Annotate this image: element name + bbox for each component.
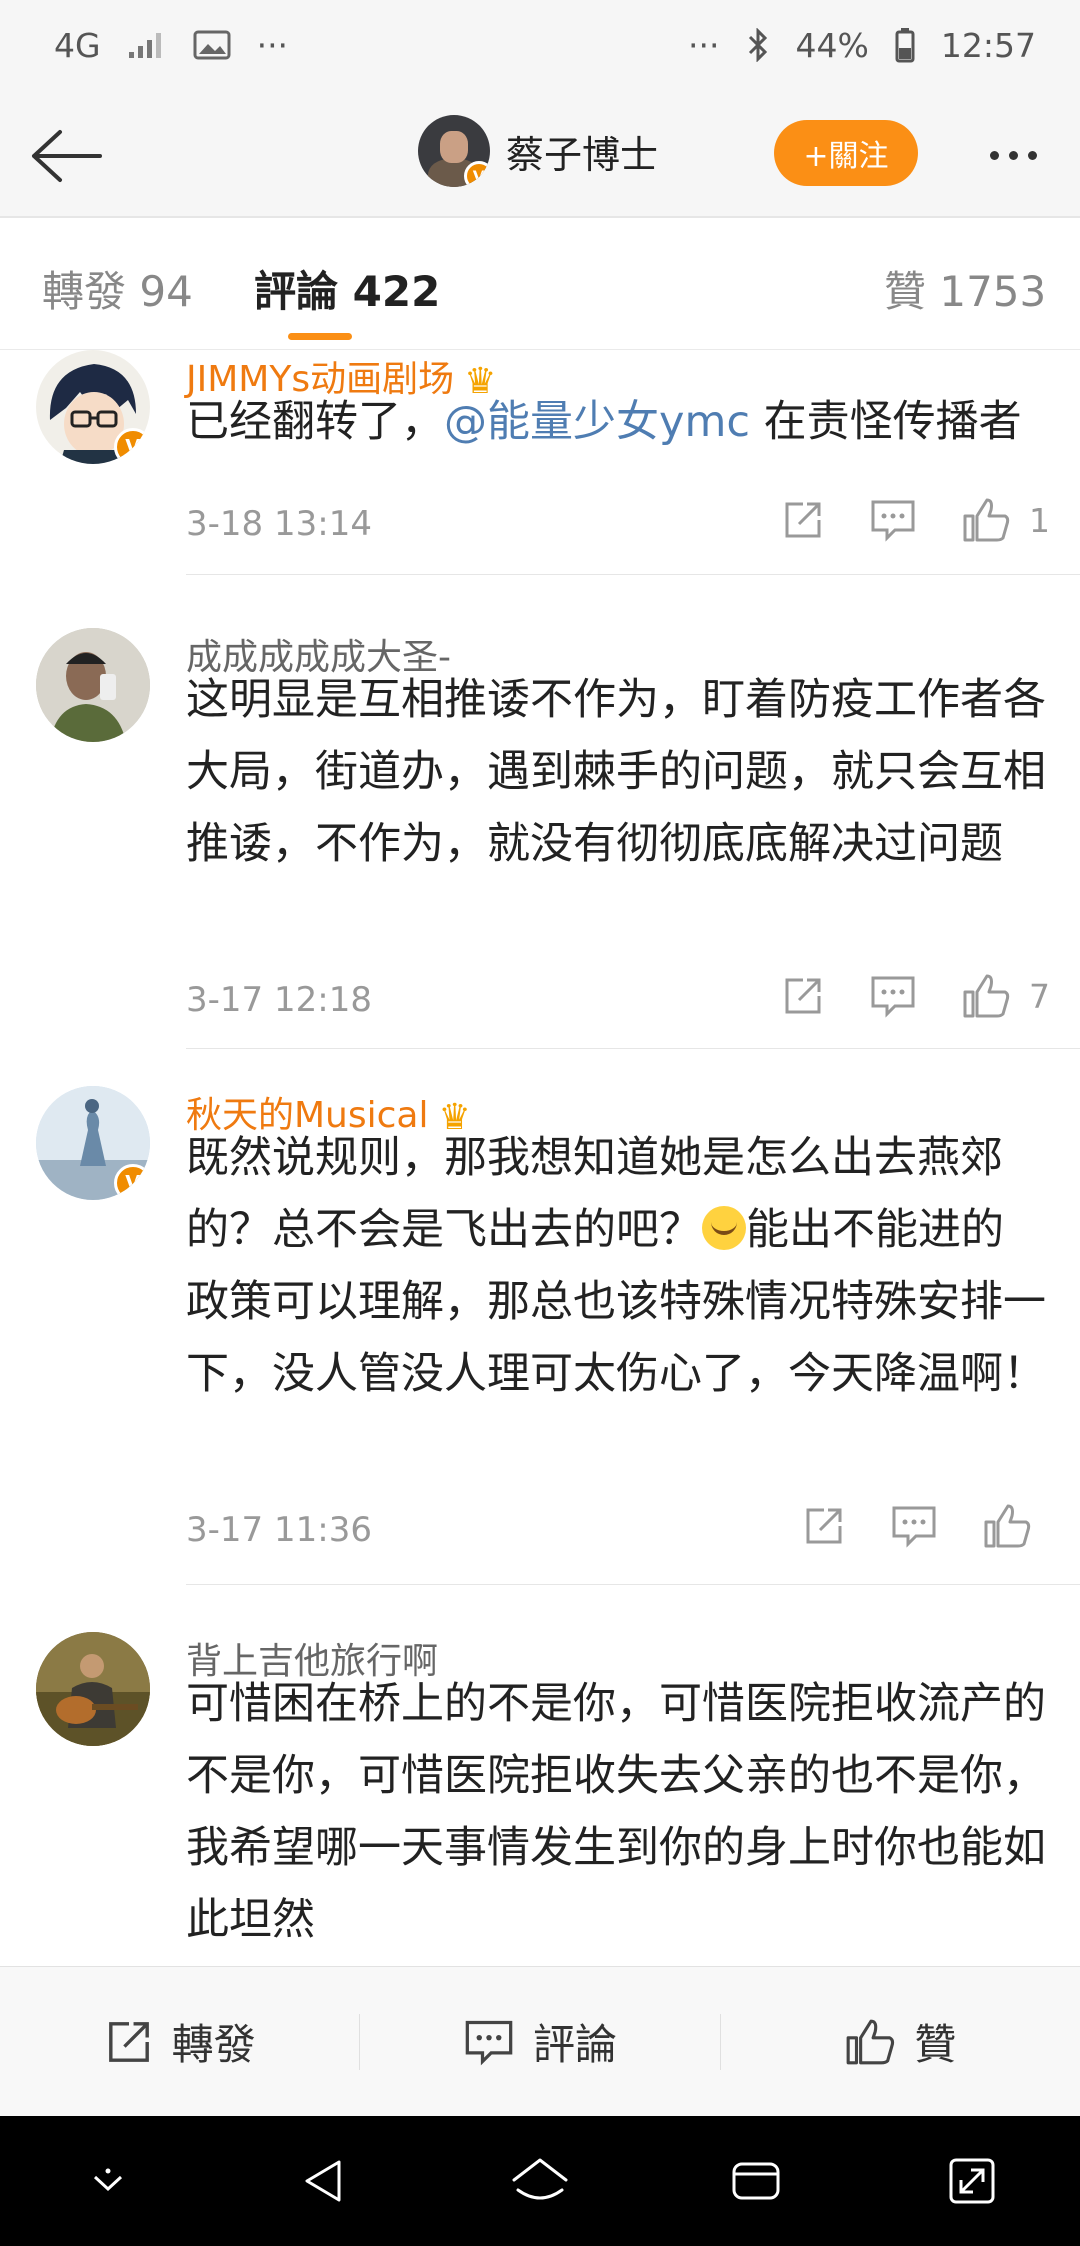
avatar[interactable]: V xyxy=(36,1086,150,1200)
comment-label: 評論 xyxy=(532,2020,617,2069)
profile-header[interactable]: V 蔡子博士 xyxy=(418,115,658,187)
tab-comments[interactable]: 評論 422 xyxy=(254,258,440,319)
home-nav-icon[interactable] xyxy=(495,2136,585,2226)
comment-text: 这明显是互相推诿不作为，盯着防疫工作者各大局，街道办，遇到棘手的问题，就只会互相… xyxy=(186,675,1046,869)
divider xyxy=(186,574,1080,575)
comment-text: 既然说规则，那我想知道她是怎么出去燕郊的？总不会是飞出去的吧？ 能出不能进的政策可… xyxy=(186,1133,1046,1399)
verified-icon: V xyxy=(464,161,490,187)
share-icon[interactable] xyxy=(802,1504,846,1548)
reply-icon[interactable] xyxy=(890,1504,938,1548)
tab-repost[interactable]: 轉發 94 xyxy=(42,258,193,319)
share-icon[interactable] xyxy=(781,498,825,542)
share-icon xyxy=(108,2021,149,2062)
profile-name[interactable]: 蔡子博士 xyxy=(506,124,658,179)
avatar[interactable] xyxy=(36,1632,150,1746)
avatar[interactable]: V xyxy=(36,350,150,464)
comment-text: 可惜困在桥上的不是你，可惜医院拒收流产的不是你，可惜医院拒收失去父亲的也不是你，… xyxy=(186,1679,1046,1945)
like-label: 贊 xyxy=(914,2020,957,2069)
comment-time: 3-18 13:14 xyxy=(186,504,372,544)
mention-link[interactable]: @能量少女ymc xyxy=(444,397,750,447)
reply-icon[interactable] xyxy=(869,498,917,542)
bottom-action-bar: 轉發 評論 贊 xyxy=(0,1966,1080,2116)
expand-screen-icon[interactable] xyxy=(927,2136,1017,2226)
verified-icon: V xyxy=(114,428,150,464)
comment-actions: 1 xyxy=(781,496,1050,544)
laughing-crying-emoji-icon xyxy=(702,1206,746,1250)
top-navigation: V 蔡子博士 +關注 xyxy=(0,90,1080,218)
avatar[interactable] xyxy=(36,628,150,742)
comment-button[interactable]: 評論 xyxy=(360,2011,719,2072)
follow-button[interactable]: +關注 xyxy=(774,120,918,186)
network-indicator: 4G xyxy=(54,25,101,65)
comment-actions: 7 xyxy=(781,972,1050,1020)
tab-bar: 轉發 94 評論 422 贊 1753 xyxy=(0,220,1080,350)
more-options-icon[interactable] xyxy=(978,130,1048,180)
thumbs-up-icon xyxy=(963,974,1010,1018)
collapse-chevron-icon[interactable] xyxy=(63,2136,153,2226)
system-navigation-bar xyxy=(0,2116,1080,2246)
comment-time: 3-17 12:18 xyxy=(186,980,372,1020)
clock: 12:57 xyxy=(940,25,1036,65)
like-button[interactable] xyxy=(982,1502,1050,1550)
comment-actions xyxy=(802,1502,1050,1550)
more-status-dots: ··· xyxy=(256,25,289,65)
thumbs-up-icon xyxy=(846,2019,895,2064)
active-tab-indicator xyxy=(288,333,352,340)
like-count: 7 xyxy=(1029,976,1050,1016)
image-icon xyxy=(193,30,231,60)
share-icon[interactable] xyxy=(781,974,825,1018)
comment-time: 3-17 11:36 xyxy=(186,1510,372,1550)
thumbs-up-icon xyxy=(984,1504,1031,1548)
divider xyxy=(186,1584,1080,1585)
verified-icon: V xyxy=(114,1164,150,1200)
like-button[interactable]: 7 xyxy=(961,972,1050,1020)
like-count: 1 xyxy=(1029,500,1050,540)
recent-apps-icon[interactable] xyxy=(711,2136,801,2226)
battery-percent: 44% xyxy=(795,25,869,65)
thumbs-up-icon xyxy=(963,498,1010,542)
signal-icon xyxy=(127,30,167,60)
divider xyxy=(186,1048,1080,1049)
reply-icon[interactable] xyxy=(869,974,917,1018)
more-status-dots-right: ··· xyxy=(688,25,720,65)
tab-likes[interactable]: 贊 1753 xyxy=(884,258,1046,319)
comment-text: 已经翻转了，@能量少女ymc 在责怪传播者 xyxy=(186,397,1022,447)
status-bar: 4G ··· ··· 44% 12:57 xyxy=(0,0,1080,90)
repost-button[interactable]: 轉發 xyxy=(0,2011,359,2072)
battery-icon xyxy=(895,27,915,63)
bluetooth-icon xyxy=(746,28,770,62)
avatar[interactable]: V xyxy=(418,115,490,187)
like-button[interactable]: 1 xyxy=(961,496,1050,544)
back-nav-icon[interactable] xyxy=(279,2136,369,2226)
comment-icon xyxy=(465,2020,513,2065)
like-button[interactable]: 贊 xyxy=(721,2011,1080,2072)
back-arrow-icon[interactable] xyxy=(26,116,106,196)
repost-label: 轉發 xyxy=(171,2020,256,2069)
